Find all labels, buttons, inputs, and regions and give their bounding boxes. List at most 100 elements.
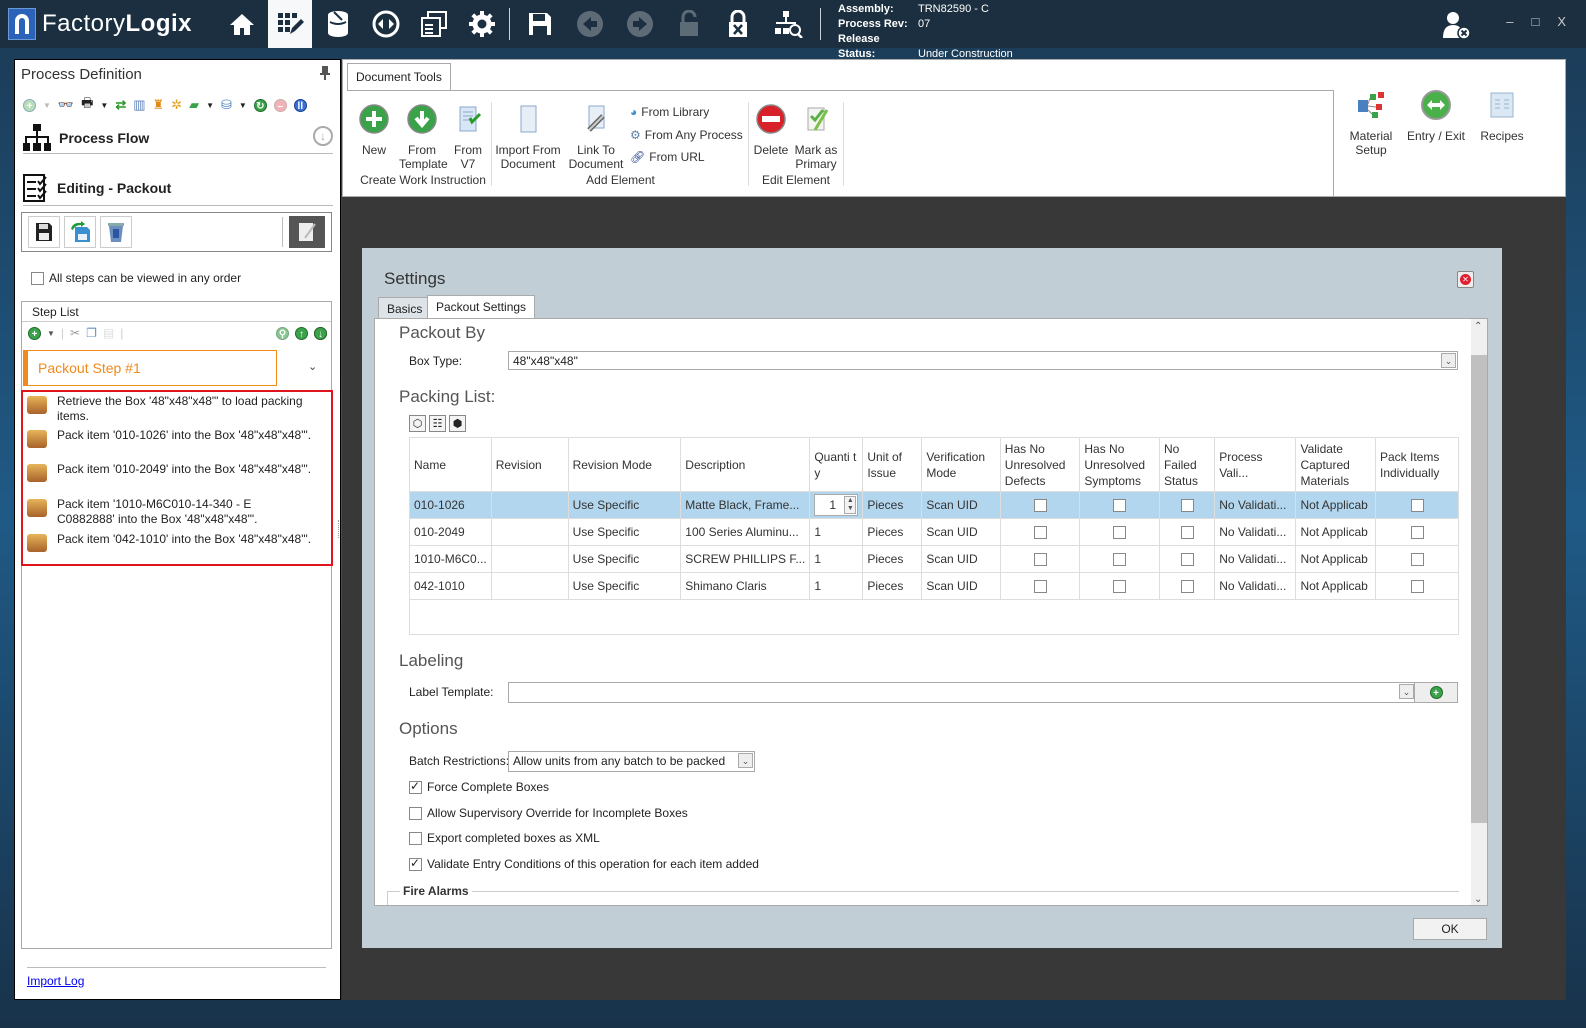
name-cell[interactable]: 042-1010 bbox=[409, 572, 492, 600]
checkbox[interactable] bbox=[1033, 553, 1047, 567]
process-editor-icon[interactable] bbox=[268, 0, 312, 48]
checkbox[interactable] bbox=[1033, 499, 1047, 513]
unit-cell[interactable]: Pieces bbox=[862, 572, 923, 600]
name-cell[interactable]: 010-1026 bbox=[409, 491, 492, 519]
move-up-icon[interactable]: ↑ bbox=[295, 326, 308, 340]
transfer-icon[interactable] bbox=[364, 0, 408, 48]
verification-mode-cell[interactable]: Scan UID bbox=[921, 491, 1001, 519]
user-logout-icon[interactable] bbox=[1442, 10, 1472, 47]
checkbox[interactable] bbox=[1180, 499, 1194, 513]
no-defects-cell[interactable] bbox=[999, 491, 1081, 519]
chevron-down-icon[interactable]: ⌄ bbox=[1441, 353, 1456, 368]
unit-cell[interactable]: Pieces bbox=[862, 491, 923, 519]
materials-icon[interactable] bbox=[316, 0, 360, 48]
checkbox[interactable] bbox=[1410, 526, 1424, 540]
revision-cell[interactable] bbox=[490, 572, 569, 600]
option-export-xml[interactable]: Export completed boxes as XML bbox=[409, 831, 600, 845]
export-icon[interactable]: ▰ bbox=[189, 97, 199, 113]
brush-icon[interactable]: ♜ bbox=[153, 97, 165, 113]
collapse-down-icon[interactable]: ↓ bbox=[313, 126, 333, 146]
refresh-icon[interactable]: ↻ bbox=[253, 98, 267, 112]
tab-basics[interactable]: Basics bbox=[378, 297, 432, 319]
add-icon[interactable]: + bbox=[23, 98, 36, 112]
no-symptoms-cell[interactable] bbox=[1079, 572, 1160, 600]
list-item[interactable]: Pack item '010-2049' into the Box '48"x4… bbox=[27, 462, 327, 482]
no-defects-cell[interactable] bbox=[999, 518, 1081, 546]
presentation-icon[interactable]: ▥ bbox=[133, 97, 145, 113]
cut-icon[interactable]: ✂ bbox=[70, 326, 80, 340]
column-header[interactable]: Has No Unresolved Defects bbox=[999, 437, 1081, 492]
option-force-complete-boxes[interactable]: Force Complete Boxes bbox=[409, 779, 549, 794]
scroll-up-icon[interactable]: ⌃ bbox=[1474, 321, 1482, 332]
minimize-button[interactable]: – bbox=[1506, 14, 1513, 29]
unit-cell[interactable]: Pieces bbox=[862, 518, 923, 546]
revision-mode-cell[interactable]: Use Specific bbox=[567, 545, 682, 573]
revision-mode-cell[interactable]: Use Specific bbox=[567, 572, 682, 600]
selected-step-item[interactable]: Packout Step #1 bbox=[23, 350, 277, 386]
quantity-cell[interactable]: 1 bbox=[809, 545, 864, 573]
shuffle-icon[interactable]: ⇄ bbox=[115, 97, 126, 113]
no-failed-status-cell[interactable] bbox=[1158, 572, 1216, 600]
delete-element-button[interactable]: Delete bbox=[751, 104, 791, 157]
pin-icon[interactable] bbox=[320, 66, 330, 83]
edit-mode-icon[interactable] bbox=[289, 216, 325, 248]
dropdown-arrow-icon[interactable]: ▼ bbox=[239, 101, 247, 110]
pack-individually-cell[interactable] bbox=[1375, 572, 1459, 600]
list-item[interactable]: Pack item '010-1026' into the Box '48"x4… bbox=[27, 428, 327, 448]
revision-mode-cell[interactable]: Use Specific bbox=[567, 518, 682, 546]
no-symptoms-cell[interactable] bbox=[1079, 518, 1160, 546]
save-as-icon[interactable] bbox=[64, 216, 96, 248]
material-setup-button[interactable]: Material Setup bbox=[1347, 90, 1395, 157]
stop-icon[interactable]: – bbox=[273, 98, 287, 112]
no-defects-cell[interactable] bbox=[999, 545, 1081, 573]
import-from-document-button[interactable]: Import From Document bbox=[493, 104, 563, 171]
print-icon[interactable]: 🖶 bbox=[81, 94, 93, 116]
close-button[interactable]: X bbox=[1557, 14, 1566, 29]
checkbox[interactable] bbox=[409, 856, 422, 871]
forward-icon[interactable] bbox=[618, 0, 662, 48]
quantity-stepper[interactable]: 1 ▲ ▼ bbox=[814, 494, 859, 516]
quantity-cell[interactable]: 1 bbox=[809, 572, 864, 600]
add-step-icon[interactable]: + bbox=[28, 326, 41, 340]
checkbox[interactable] bbox=[1410, 553, 1424, 567]
tab-document-tools[interactable]: Document Tools bbox=[347, 63, 451, 91]
all-steps-any-order-checkbox[interactable] bbox=[31, 271, 44, 285]
checkbox[interactable] bbox=[1180, 580, 1194, 594]
list-item[interactable]: Pack item '042-1010' into the Box '48"x4… bbox=[27, 532, 327, 552]
revision-cell[interactable] bbox=[490, 518, 569, 546]
description-cell[interactable]: Shimano Claris bbox=[680, 572, 811, 600]
validate-captured-cell[interactable]: Not Applicab bbox=[1295, 545, 1376, 573]
description-cell[interactable]: Matte Black, Frame... bbox=[680, 491, 811, 519]
remove-item-icon[interactable]: ⬢ bbox=[449, 415, 466, 432]
list-item[interactable]: Pack item '1010-M6C010-14-340 - E C08828… bbox=[27, 497, 327, 527]
link-to-document-button[interactable]: Link To Document bbox=[567, 104, 625, 171]
no-defects-cell[interactable] bbox=[999, 572, 1081, 600]
dropdown-arrow-icon[interactable]: ▼ bbox=[47, 329, 55, 338]
checkbox[interactable] bbox=[1113, 499, 1127, 513]
lock-cancel-icon[interactable] bbox=[716, 0, 760, 48]
validate-captured-cell[interactable]: Not Applicab bbox=[1295, 518, 1376, 546]
checkbox[interactable] bbox=[1113, 553, 1127, 567]
table-row[interactable]: 042-1010 Use Specific Shimano Claris 1 Piece… bbox=[409, 572, 1459, 600]
name-cell[interactable]: 1010-M6C0... bbox=[409, 545, 492, 573]
verification-mode-cell[interactable]: Scan UID bbox=[921, 545, 1001, 573]
revision-mode-cell[interactable]: Use Specific bbox=[567, 491, 682, 519]
description-cell[interactable]: 100 Series Aluminu... bbox=[680, 518, 811, 546]
checkbox[interactable] bbox=[1410, 580, 1424, 594]
process-validation-cell[interactable]: No Validati... bbox=[1214, 572, 1297, 600]
table-row[interactable]: 1010-M6C0... Use Specific SCREW PHILLIPS F… bbox=[409, 545, 1459, 573]
table-row[interactable]: 010-2049 Use Specific 100 Series Aluminu..… bbox=[409, 518, 1459, 546]
no-symptoms-cell[interactable] bbox=[1079, 545, 1160, 573]
chevron-down-icon[interactable]: ⌄ bbox=[308, 360, 317, 373]
from-url-button[interactable]: 🔗︎ From URL bbox=[630, 150, 705, 164]
column-header[interactable]: Verification Mode bbox=[921, 437, 1001, 492]
column-header[interactable]: Pack Items Individually bbox=[1375, 437, 1459, 492]
checkbox[interactable] bbox=[1410, 499, 1424, 513]
process-validation-cell[interactable]: No Validati... bbox=[1214, 545, 1297, 573]
no-symptoms-cell[interactable] bbox=[1079, 491, 1160, 519]
description-cell[interactable]: SCREW PHILLIPS F... bbox=[680, 545, 811, 573]
no-failed-status-cell[interactable] bbox=[1158, 491, 1216, 519]
ok-button[interactable]: OK bbox=[1413, 918, 1487, 940]
pack-individually-cell[interactable] bbox=[1375, 545, 1459, 573]
hierarchy-search-icon[interactable] bbox=[766, 0, 810, 48]
